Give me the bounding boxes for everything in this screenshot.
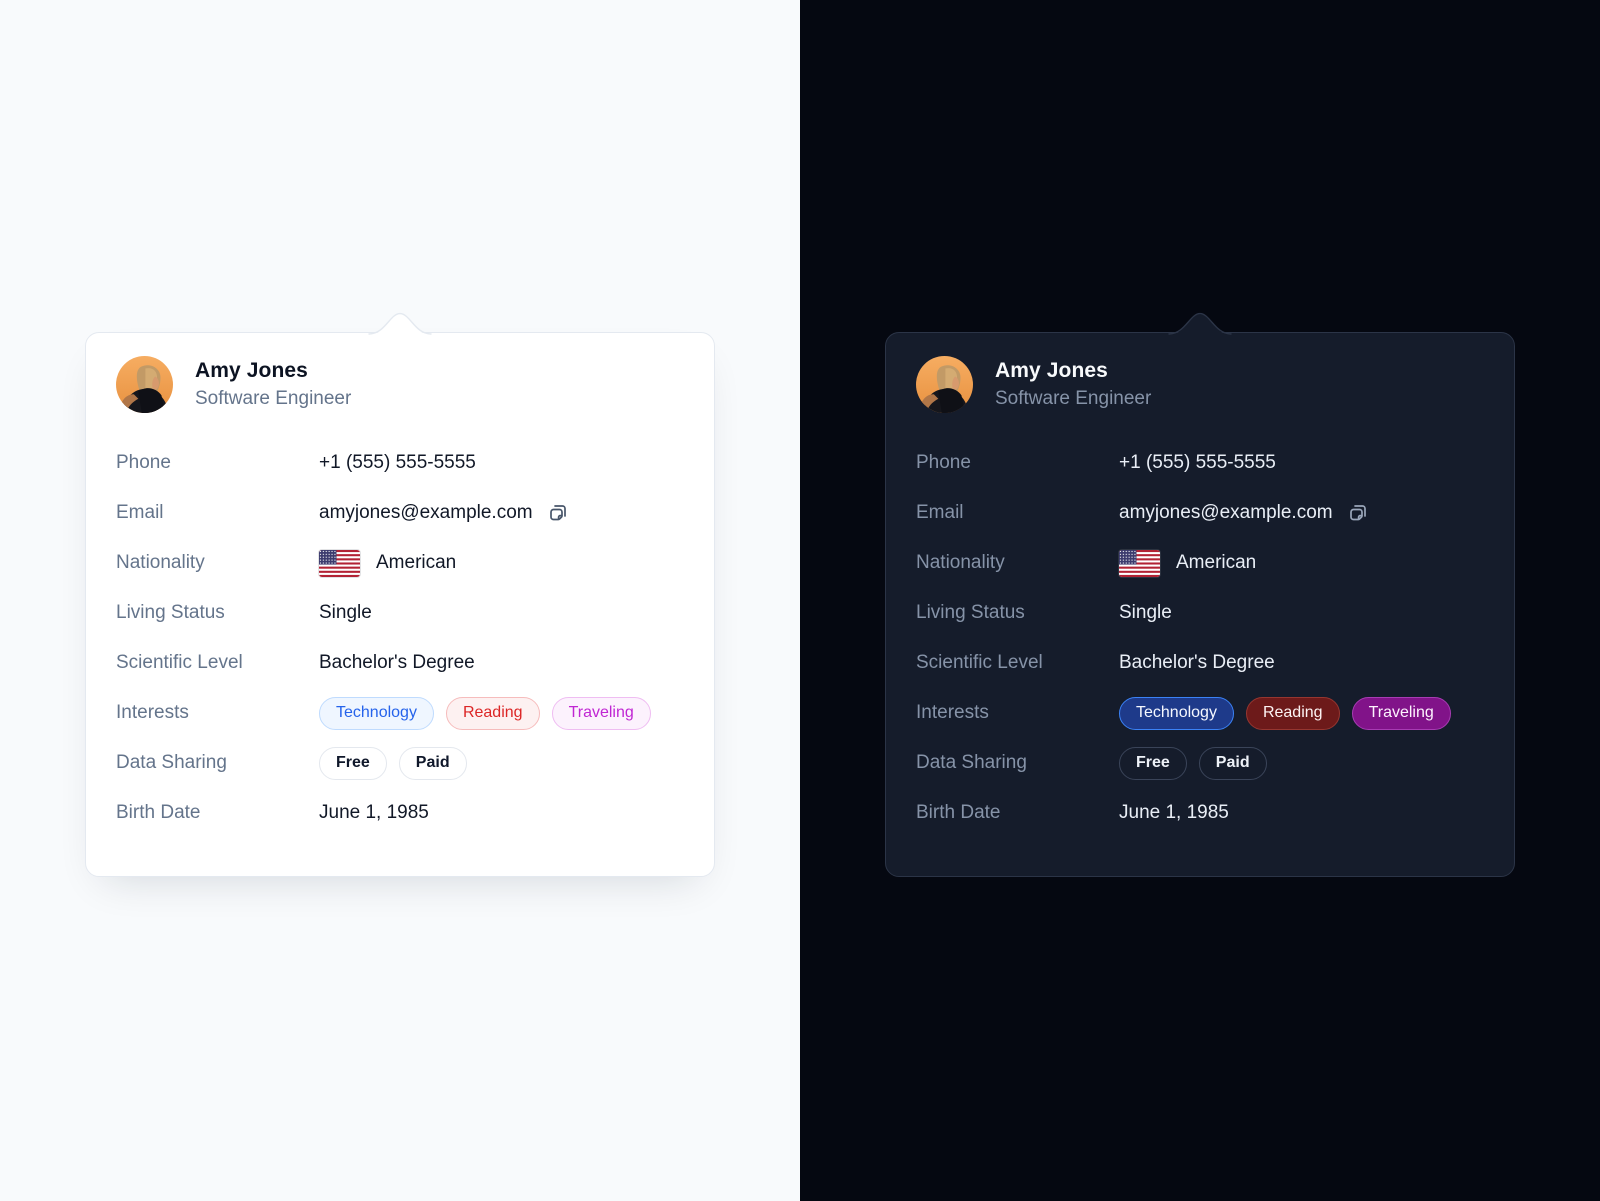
field-label-phone: Phone bbox=[916, 452, 1119, 474]
interests-tag: Traveling bbox=[552, 697, 651, 730]
data-sharing-tags: Free Paid bbox=[1119, 747, 1484, 780]
field-label-scientific-level: Scientific Level bbox=[916, 652, 1119, 674]
field-value-nationality: American bbox=[1176, 552, 1256, 574]
avatar bbox=[116, 356, 173, 413]
field-value-email: amyjones@example.com bbox=[319, 502, 533, 524]
field-label-living-status: Living Status bbox=[916, 602, 1119, 624]
field-label-birth-date: Birth Date bbox=[116, 802, 319, 824]
field-value-nationality: American bbox=[376, 552, 456, 574]
data-sharing-tags: Free Paid bbox=[319, 747, 684, 780]
interests-tag: Reading bbox=[1246, 697, 1340, 730]
dark-theme-panel: Amy Jones Software Engineer Phone +1 (55… bbox=[800, 0, 1600, 1201]
field-value-scientific-level: Bachelor's Degree bbox=[319, 652, 684, 674]
data-sharing-tag: Free bbox=[1119, 747, 1187, 780]
row-scientific-level: Scientific Level Bachelor's Degree bbox=[916, 638, 1484, 688]
row-birth-date: Birth Date June 1, 1985 bbox=[916, 788, 1484, 838]
detail-rows: Phone +1 (555) 555-5555 Email amyjones@e… bbox=[916, 438, 1484, 838]
header-text: Amy Jones Software Engineer bbox=[995, 359, 1151, 410]
field-label-living-status: Living Status bbox=[116, 602, 319, 624]
interests-tag: Traveling bbox=[1352, 697, 1451, 730]
person-title: Software Engineer bbox=[195, 388, 351, 410]
field-value-phone: +1 (555) 555-5555 bbox=[319, 452, 684, 474]
us-flag-icon bbox=[319, 550, 360, 577]
field-label-nationality: Nationality bbox=[116, 552, 319, 574]
field-value-birth-date: June 1, 1985 bbox=[1119, 802, 1484, 824]
field-label-email: Email bbox=[916, 502, 1119, 524]
detail-rows: Phone +1 (555) 555-5555 Email amyjones@e… bbox=[116, 438, 684, 838]
interests-tag: Technology bbox=[319, 697, 434, 730]
field-value-phone: +1 (555) 555-5555 bbox=[1119, 452, 1484, 474]
interests-tag: Technology bbox=[1119, 697, 1234, 730]
row-data-sharing: Data Sharing Free Paid bbox=[116, 738, 684, 788]
field-label-birth-date: Birth Date bbox=[916, 802, 1119, 824]
field-label-interests: Interests bbox=[916, 702, 1119, 724]
field-value-scientific-level: Bachelor's Degree bbox=[1119, 652, 1484, 674]
interests-tag: Reading bbox=[446, 697, 540, 730]
copy-email-button[interactable] bbox=[1345, 500, 1371, 526]
row-email: Email amyjones@example.com bbox=[116, 488, 684, 538]
field-label-phone: Phone bbox=[116, 452, 319, 474]
copy-icon bbox=[546, 501, 570, 525]
field-value-birth-date: June 1, 1985 bbox=[319, 802, 684, 824]
row-nationality: Nationality bbox=[116, 538, 684, 588]
field-label-interests: Interests bbox=[116, 702, 319, 724]
profile-card-dark: Amy Jones Software Engineer Phone +1 (55… bbox=[885, 332, 1515, 877]
avatar bbox=[916, 356, 973, 413]
tooltip-caret bbox=[1168, 312, 1232, 335]
person-name: Amy Jones bbox=[195, 359, 351, 383]
copy-icon bbox=[1346, 501, 1370, 525]
field-value-living-status: Single bbox=[1119, 602, 1484, 624]
field-label-email: Email bbox=[116, 502, 319, 524]
data-sharing-tag: Free bbox=[319, 747, 387, 780]
field-label-data-sharing: Data Sharing bbox=[916, 752, 1119, 774]
row-phone: Phone +1 (555) 555-5555 bbox=[116, 438, 684, 488]
row-nationality: Nationality bbox=[916, 538, 1484, 588]
field-value-living-status: Single bbox=[319, 602, 684, 624]
light-theme-panel: Amy Jones Software Engineer Phone +1 (55… bbox=[0, 0, 800, 1201]
field-label-nationality: Nationality bbox=[916, 552, 1119, 574]
person-name: Amy Jones bbox=[995, 359, 1151, 383]
row-phone: Phone +1 (555) 555-5555 bbox=[916, 438, 1484, 488]
profile-header: Amy Jones Software Engineer bbox=[916, 356, 1484, 413]
interests-tags: Technology Reading Traveling bbox=[1119, 697, 1484, 730]
profile-card-light: Amy Jones Software Engineer Phone +1 (55… bbox=[85, 332, 715, 877]
profile-header: Amy Jones Software Engineer bbox=[116, 356, 684, 413]
header-text: Amy Jones Software Engineer bbox=[195, 359, 351, 410]
row-living-status: Living Status Single bbox=[916, 588, 1484, 638]
us-flag-icon bbox=[1119, 550, 1160, 577]
interests-tags: Technology Reading Traveling bbox=[319, 697, 684, 730]
data-sharing-tag: Paid bbox=[399, 747, 467, 780]
row-data-sharing: Data Sharing Free Paid bbox=[916, 738, 1484, 788]
person-title: Software Engineer bbox=[995, 388, 1151, 410]
copy-email-button[interactable] bbox=[545, 500, 571, 526]
row-interests: Interests Technology Reading Traveling bbox=[916, 688, 1484, 738]
row-interests: Interests Technology Reading Traveling bbox=[116, 688, 684, 738]
row-birth-date: Birth Date June 1, 1985 bbox=[116, 788, 684, 838]
field-label-data-sharing: Data Sharing bbox=[116, 752, 319, 774]
row-scientific-level: Scientific Level Bachelor's Degree bbox=[116, 638, 684, 688]
data-sharing-tag: Paid bbox=[1199, 747, 1267, 780]
tooltip-caret bbox=[368, 312, 432, 335]
field-label-scientific-level: Scientific Level bbox=[116, 652, 319, 674]
row-email: Email amyjones@example.com bbox=[916, 488, 1484, 538]
field-value-email: amyjones@example.com bbox=[1119, 502, 1333, 524]
row-living-status: Living Status Single bbox=[116, 588, 684, 638]
